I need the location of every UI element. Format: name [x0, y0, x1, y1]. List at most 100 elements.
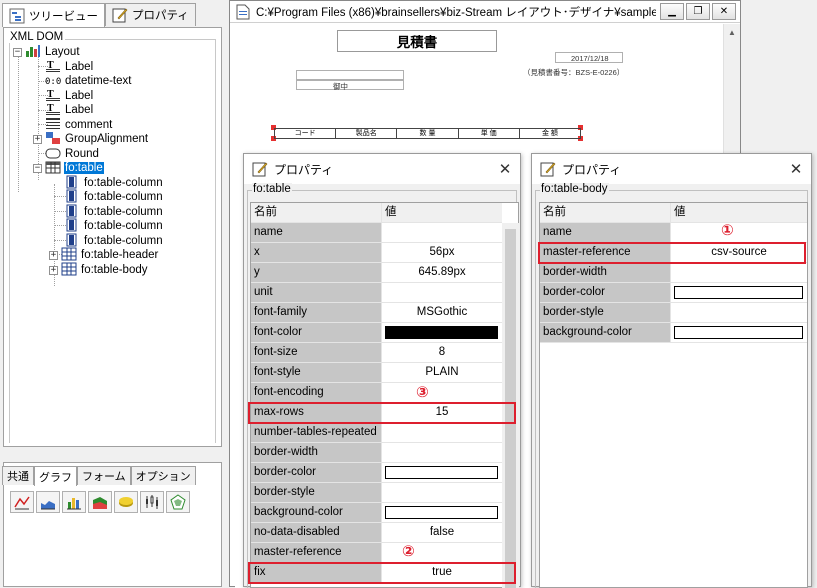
dialog-titlebar[interactable]: プロパティ ✕ — [532, 154, 811, 184]
tree-node-label-3[interactable]: T Label — [45, 103, 94, 117]
property-value[interactable]: MSGothic — [382, 303, 502, 323]
property-value[interactable] — [382, 383, 502, 403]
property-row-master-reference[interactable]: master-reference — [251, 543, 502, 563]
property-value[interactable]: PLAIN — [382, 363, 502, 383]
designer-titlebar[interactable]: C:¥Program Files (x86)¥brainsellers¥biz-… — [230, 1, 740, 23]
color-swatch[interactable] — [674, 326, 803, 339]
color-swatch[interactable] — [385, 506, 498, 519]
property-value[interactable]: csv-source — [671, 243, 807, 263]
pie-chart-button[interactable] — [114, 491, 138, 513]
property-value[interactable] — [382, 423, 502, 443]
tab-option[interactable]: オプション — [130, 466, 196, 485]
tab-form[interactable]: フォーム — [77, 466, 131, 485]
property-row-font-color[interactable]: font-color — [251, 323, 502, 343]
property-row-max-rows[interactable]: max-rows 15 — [251, 403, 502, 423]
radar-chart-button[interactable] — [166, 491, 190, 513]
property-row-name[interactable]: name — [540, 223, 807, 243]
restore-button[interactable]: ❐ — [686, 3, 710, 20]
property-value[interactable] — [671, 263, 807, 283]
property-row-number-tables-repeated[interactable]: number-tables-repeated — [251, 423, 502, 443]
tree-node-layout[interactable]: − Layout — [13, 45, 81, 59]
property-value[interactable] — [671, 323, 807, 343]
property-row-x[interactable]: x 56px — [251, 243, 502, 263]
tree-node-group-alignment[interactable]: + GroupAlignment — [33, 132, 149, 146]
tree-node-round[interactable]: Round — [45, 147, 100, 161]
close-icon[interactable]: ✕ — [490, 160, 520, 178]
tab-tree-view[interactable]: ツリービュー — [2, 3, 105, 27]
tree-node-table-column-2[interactable]: fo:table-column — [64, 189, 164, 204]
property-value[interactable]: 8 — [382, 343, 502, 363]
doc-title[interactable]: 見積書 — [337, 30, 497, 52]
property-value[interactable]: false — [382, 523, 502, 543]
property-row-border-width[interactable]: border-width — [251, 443, 502, 463]
property-value[interactable] — [382, 323, 502, 343]
customer-box[interactable] — [296, 70, 404, 80]
property-row-background-color[interactable]: background-color — [251, 503, 502, 523]
color-swatch[interactable] — [674, 286, 803, 299]
property-row-border-color[interactable]: border-color — [251, 463, 502, 483]
tree-node-table-column-4[interactable]: fo:table-column — [64, 218, 164, 233]
close-button[interactable]: ✕ — [712, 3, 736, 20]
tab-properties[interactable]: プロパティ — [105, 3, 196, 26]
property-row-unit[interactable]: unit — [251, 283, 502, 303]
scroll-thumb[interactable] — [505, 229, 516, 588]
property-row-background-color[interactable]: background-color — [540, 323, 807, 343]
tree-node-table-header[interactable]: + fo:table-header — [49, 247, 159, 262]
property-row-font-family[interactable]: font-family MSGothic — [251, 303, 502, 323]
tree-node-comment[interactable]: comment — [45, 118, 113, 132]
property-row-y[interactable]: y 645.89px — [251, 263, 502, 283]
collapse-toggle[interactable]: − — [33, 163, 42, 173]
property-value[interactable]: 56px — [382, 243, 502, 263]
dialog-scrollbar[interactable] — [502, 223, 519, 588]
tree-node-datetime-text[interactable]: 0:00 datetime-text — [45, 74, 132, 88]
tree-node-table-column-5[interactable]: fo:table-column — [64, 233, 164, 248]
tree-node-fo-table[interactable]: − fo:table — [33, 161, 104, 175]
tree-node-label-2[interactable]: T Label — [45, 89, 94, 103]
property-value[interactable]: 645.89px — [382, 263, 502, 283]
property-value[interactable] — [382, 483, 502, 503]
color-swatch[interactable] — [385, 466, 498, 479]
property-row-name[interactable]: name — [251, 223, 502, 243]
property-row-no-data-disabled[interactable]: no-data-disabled false — [251, 523, 502, 543]
scroll-up-arrow-icon[interactable]: ▲ — [724, 24, 740, 41]
property-value[interactable] — [382, 463, 502, 483]
property-row-font-encoding[interactable]: font-encoding — [251, 383, 502, 403]
minimize-button[interactable]: ▁ — [660, 3, 684, 20]
property-value[interactable] — [382, 543, 502, 563]
tab-common[interactable]: 共通 — [2, 466, 34, 485]
expand-toggle[interactable]: + — [49, 250, 58, 260]
tree-node-table-column-3[interactable]: fo:table-column — [64, 204, 164, 219]
tab-graph[interactable]: グラフ — [34, 466, 77, 486]
tree-node-label-1[interactable]: T Label — [45, 60, 94, 74]
expand-toggle[interactable]: + — [33, 134, 42, 144]
property-value[interactable] — [382, 223, 502, 243]
property-value[interactable]: 15 — [382, 403, 502, 423]
close-icon[interactable]: ✕ — [781, 160, 811, 178]
property-value[interactable] — [671, 223, 807, 243]
property-row-font-style[interactable]: font-style PLAIN — [251, 363, 502, 383]
property-row-border-style[interactable]: border-style — [251, 483, 502, 503]
area-chart-button[interactable] — [36, 491, 60, 513]
property-value[interactable] — [382, 443, 502, 463]
property-row-master-reference[interactable]: master-reference csv-source — [540, 243, 807, 263]
tree-node-table-column-1[interactable]: fo:table-column — [64, 175, 164, 190]
dialog-titlebar[interactable]: プロパティ ✕ — [244, 154, 520, 184]
property-row-border-style[interactable]: border-style — [540, 303, 807, 323]
property-row-font-size[interactable]: font-size 8 — [251, 343, 502, 363]
property-row-fix[interactable]: fix true — [251, 563, 502, 583]
property-value[interactable] — [671, 303, 807, 323]
property-row-border-width[interactable]: border-width — [540, 263, 807, 283]
property-value[interactable] — [671, 283, 807, 303]
expand-toggle[interactable]: + — [49, 265, 58, 275]
line-chart-button[interactable] — [10, 491, 34, 513]
tree-node-table-body[interactable]: + fo:table-body — [49, 262, 149, 277]
customer-name-box[interactable] — [296, 80, 404, 90]
bar-chart-button[interactable] — [62, 491, 86, 513]
collapse-toggle[interactable]: − — [13, 47, 22, 57]
property-value[interactable] — [382, 283, 502, 303]
candle-chart-button[interactable] — [140, 491, 164, 513]
property-value[interactable]: true — [382, 563, 502, 583]
property-value[interactable] — [382, 503, 502, 523]
doc-table-header[interactable]: コード 製品名 数 量 単 価 金 額 — [274, 128, 581, 139]
color-swatch[interactable] — [385, 326, 498, 339]
